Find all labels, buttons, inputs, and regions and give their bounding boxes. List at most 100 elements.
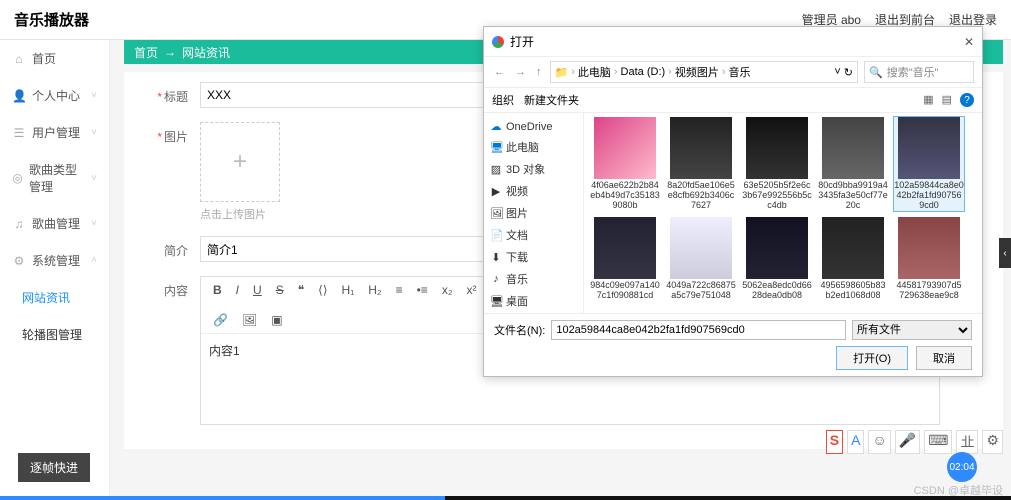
file-item-selected[interactable]: 102a59844ca8e042b2fa1fd907569cd0 [894,117,964,211]
ime-settings-button[interactable]: ⚙ [982,430,1003,454]
ul-button[interactable]: •≡ [413,281,432,299]
filename-label: 文件名(N): [494,322,545,338]
file-item[interactable]: 4049a722c86875a5c79e751048 [666,217,736,301]
tree-winc[interactable]: 🖴Windows (C:) [486,312,581,313]
folder-tree: ☁OneDrive 🖥此电脑 ▨3D 对象 ▶视频 🖼图片 📄文档 ⬇下载 ♪音… [484,113,584,313]
sidebar-item-home[interactable]: ⌂首页 [0,40,109,77]
underline-button[interactable]: U [249,281,266,299]
video-button[interactable]: ▣ [267,311,286,329]
sidebar-item-sitenews[interactable]: 网站资讯 [0,279,109,316]
chevron-down-icon[interactable]: ˅ [834,66,840,78]
chevron-down-icon: ˅ [91,173,97,184]
sidebar-item-songmgmt[interactable]: ♫歌曲管理˅ [0,205,109,242]
sub-button[interactable]: x₂ [438,281,457,299]
tree-thispc[interactable]: 🖥此电脑 [486,136,581,158]
dialog-title: 打开 [510,33,534,50]
nav-back-button[interactable]: ← [492,64,507,80]
sidebar: ⌂首页 👤个人中心˅ ☰用户管理˅ ◎歌曲类型管理˅ ♫歌曲管理˅ ⚙系统管理˄… [0,40,110,500]
sidebar-item-songtype[interactable]: ◎歌曲类型管理˅ [0,151,109,205]
bold-button[interactable]: B [209,281,226,299]
ime-lang-button[interactable]: A [847,430,864,454]
sidebar-item-carousel[interactable]: 轮播图管理 [0,316,109,353]
tree-pictures[interactable]: 🖼图片 [486,202,581,224]
organize-button[interactable]: 组织 [492,92,514,108]
filetype-select[interactable]: 所有文件 [852,320,972,340]
path-crumb[interactable]: 📁 ›此电脑 ›Data (D:) ›视频图片 ›音乐 ˅ ↻ [550,61,859,83]
breadcrumb-home[interactable]: 首页 [134,44,158,61]
h1-button[interactable]: H₁ [338,281,359,299]
italic-button[interactable]: I [232,281,243,299]
cancel-button[interactable]: 取消 [916,346,972,370]
chevron-down-icon: ˅ [91,127,97,138]
refresh-icon[interactable]: ↻ [844,66,853,79]
music-icon: ♫ [12,217,26,231]
chevron-up-icon: ˄ [91,255,97,266]
nav-fwd-button[interactable]: → [513,64,528,80]
video-progress-bar[interactable] [0,496,1011,500]
h2-button[interactable]: H₂ [364,281,385,299]
user-icon: 👤 [12,89,26,103]
tree-desktop[interactable]: 🖥桌面 [486,290,581,312]
nav-up-button[interactable]: ↑ [534,64,544,80]
link-button[interactable]: 🔗 [209,311,232,329]
file-item[interactable]: 44581793907d5729638eae9c8 [894,217,964,301]
file-item[interactable]: 4f06ae622b2b84eb4b49d7c351839080b [590,117,660,211]
file-item[interactable]: 5062ea8edc0d6628dea0db08 [742,217,812,301]
sidebar-item-profile[interactable]: 👤个人中心˅ [0,77,109,114]
strike-button[interactable]: S [272,281,288,299]
doc-icon: 📄 [490,229,502,242]
home-icon: ⌂ [12,52,26,66]
file-item[interactable]: 80cd9bba9919a43435fa3e50cf77e20c [818,117,888,211]
file-item[interactable]: 4956598605b83b2ed1068d08 [818,217,888,301]
quote-button[interactable]: ❝ [294,281,308,299]
tree-downloads[interactable]: ⬇下载 [486,246,581,268]
breadcrumb-current: 网站资讯 [182,44,230,61]
open-button[interactable]: 打开(O) [836,346,908,370]
file-item[interactable]: 63e5205b5f2e6c3b67e992556b5cc4db [742,117,812,211]
download-icon: ⬇ [490,251,502,264]
tree-3d[interactable]: ▨3D 对象 [486,158,581,180]
timer-badge[interactable]: 02:04 [947,452,977,482]
sup-button[interactable]: x² [462,281,480,299]
dialog-pathbar: ← → ↑ 📁 ›此电脑 ›Data (D:) ›视频图片 ›音乐 ˅ ↻ 🔍 … [484,57,982,88]
sidebar-item-sysmgmt[interactable]: ⚙系统管理˄ [0,242,109,279]
ime-keyboard-button[interactable]: ⌨ [924,430,952,454]
cube-icon: ▨ [490,163,502,176]
picture-icon: 🖼 [490,207,502,220]
search-icon: 🔍 [869,66,883,79]
chevron-down-icon: ˅ [91,218,97,229]
label-image: *图片 [142,122,188,145]
file-open-dialog: 打开 ✕ ← → ↑ 📁 ›此电脑 ›Data (D:) ›视频图片 ›音乐 ˅… [483,26,983,377]
search-input[interactable]: 🔍 搜索"音乐" [864,61,974,83]
image-insert-button[interactable]: 🖼 [238,311,261,329]
code-button[interactable]: ⟨⟩ [314,281,331,299]
file-grid: 4f06ae622b2b84eb4b49d7c351839080b 8a20fd… [584,113,982,313]
sidebar-item-usermgmt[interactable]: ☰用户管理˅ [0,114,109,151]
file-item[interactable]: 8a20fd5ae106e5e8cfb692b3406c7627 [666,117,736,211]
label-content: 内容 [142,276,188,299]
image-upload-box[interactable]: + [200,122,280,202]
help-icon[interactable]: ? [960,93,974,107]
filename-input[interactable] [551,320,846,340]
ime-mic-button[interactable]: 🎤 [895,430,920,454]
close-button[interactable]: ✕ [964,35,974,49]
right-drawer-handle[interactable]: ‹ [999,238,1011,268]
ime-toolbar: S A ☺ 🎤 ⌨ 㐀 ⚙ [826,430,1003,454]
view-icons-button[interactable]: ▦ [923,93,933,107]
new-folder-button[interactable]: 新建文件夹 [524,92,579,108]
ol-button[interactable]: ≡ [392,281,407,299]
sogou-icon[interactable]: S [826,430,843,454]
view-list-button[interactable]: ▤ [942,93,952,107]
frame-forward-button[interactable]: 逐帧快进 [18,453,90,482]
tree-onedrive[interactable]: ☁OneDrive [486,117,581,136]
dialog-toolbar: 组织 新建文件夹 ▦ ▤ ? [484,88,982,113]
tree-documents[interactable]: 📄文档 [486,224,581,246]
breadcrumb-sep: → [164,45,176,59]
ime-chinese-button[interactable]: 㐀 [956,430,978,454]
chevron-down-icon: ˅ [91,90,97,101]
tree-music[interactable]: ♪音乐 [486,268,581,290]
file-item[interactable]: 984c09e097a1407c1f090881cd [590,217,660,301]
upload-hint: 点击上传图片 [200,206,280,222]
tree-video[interactable]: ▶视频 [486,180,581,202]
ime-emoji-button[interactable]: ☺ [868,430,890,454]
